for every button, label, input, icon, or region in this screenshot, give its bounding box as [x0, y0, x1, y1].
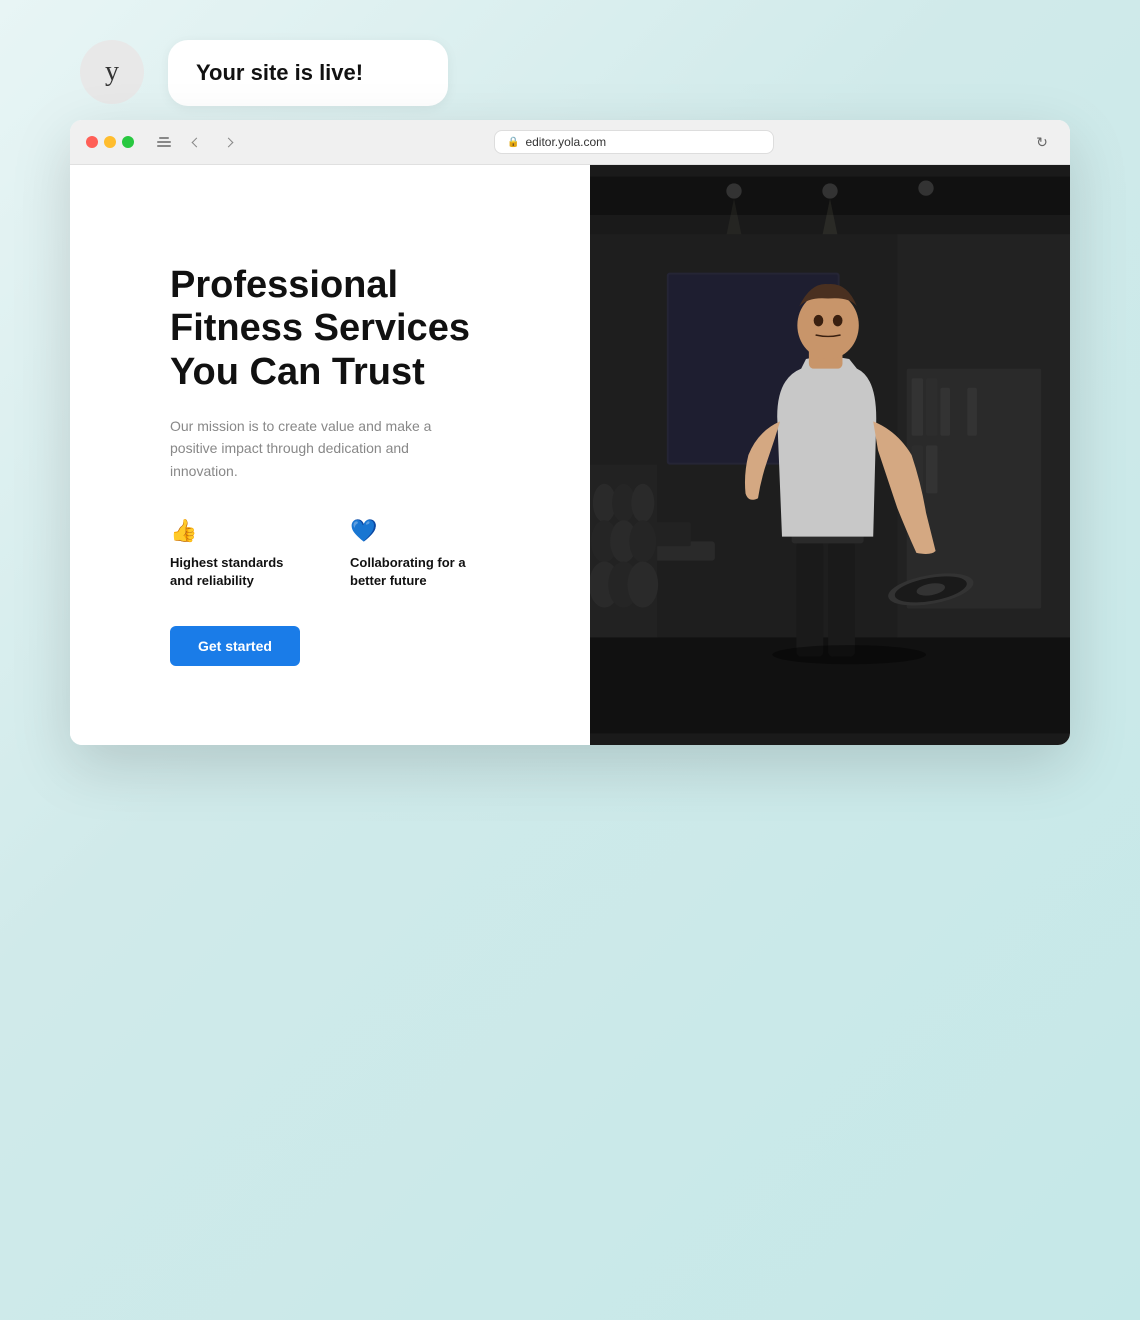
feature-item-2: 💙 Collaborating for a better future — [350, 518, 490, 590]
hero-subtitle: Our mission is to create value and make … — [170, 415, 450, 482]
forward-button[interactable] — [218, 132, 238, 152]
back-button[interactable] — [186, 132, 206, 152]
traffic-lights — [86, 136, 134, 148]
website-content: Professional Fitness Services You Can Tr… — [70, 165, 1070, 745]
feature-item-1: 👍 Highest standards and reliability — [170, 518, 310, 590]
sidebar-toggle-icon[interactable] — [154, 132, 174, 152]
maximize-button[interactable] — [122, 136, 134, 148]
feature-text-1: Highest standards and reliability — [170, 554, 310, 590]
heart-icon: 💙 — [350, 518, 490, 544]
url-text: editor.yola.com — [525, 135, 606, 149]
gym-image-panel — [590, 165, 1070, 745]
thumbs-up-icon: 👍 — [170, 518, 310, 544]
left-panel: Professional Fitness Services You Can Tr… — [70, 165, 590, 745]
reload-button[interactable]: ↻ — [1030, 130, 1054, 154]
features-row: 👍 Highest standards and reliability 💙 Co… — [170, 518, 530, 590]
browser-chrome: 🔒 editor.yola.com ↻ — [70, 120, 1070, 165]
minimize-button[interactable] — [104, 136, 116, 148]
lock-icon: 🔒 — [507, 137, 519, 148]
browser-controls — [154, 132, 174, 152]
feature-text-2: Collaborating for a better future — [350, 554, 490, 590]
address-bar[interactable]: 🔒 editor.yola.com — [494, 130, 774, 154]
address-bar-wrapper: 🔒 editor.yola.com — [250, 130, 1018, 154]
gym-scene — [590, 165, 1070, 745]
chat-bubble-1: Your site is live! — [168, 40, 448, 106]
yola-avatar: y — [80, 40, 144, 104]
hero-title: Professional Fitness Services You Can Tr… — [170, 264, 530, 395]
bubble-1-text: Your site is live! — [196, 60, 363, 85]
get-started-button[interactable]: Get started — [170, 626, 300, 666]
close-button[interactable] — [86, 136, 98, 148]
browser-window: 🔒 editor.yola.com ↻ Professional Fitness… — [70, 120, 1070, 745]
